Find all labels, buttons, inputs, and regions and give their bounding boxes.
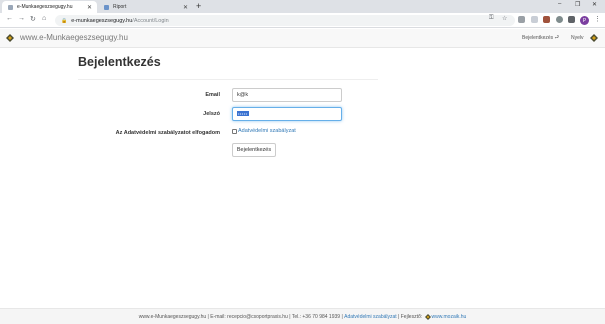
brand-diamond-logo-icon[interactable] bbox=[6, 34, 14, 42]
star-icon[interactable]: ☆ bbox=[502, 15, 507, 22]
login-button[interactable]: Bejelentkezés bbox=[232, 143, 276, 157]
close-tab-icon[interactable]: ✕ bbox=[87, 4, 92, 11]
privacy-checkbox[interactable] bbox=[232, 129, 237, 134]
password-value: ••••• bbox=[237, 111, 249, 116]
privacy-policy-link[interactable]: Adatvédelmi szabályzat bbox=[238, 128, 296, 134]
page-title: Bejelentkezés bbox=[78, 55, 161, 69]
site-navbar: www.e-Munkaegeszsegugy.hu Bejelentkezés … bbox=[0, 29, 605, 48]
footer-developer-label: | Fejlesztő: bbox=[398, 313, 423, 320]
password-label: Jelszó bbox=[203, 111, 220, 117]
minimize-button[interactable]: – bbox=[558, 1, 561, 7]
profile-avatar[interactable]: P bbox=[580, 16, 589, 25]
language-diamond-icon[interactable] bbox=[590, 34, 598, 42]
browser-menu-icon[interactable]: ⋮ bbox=[594, 15, 601, 23]
address-domain: e-munkaegeszsegugy.hu bbox=[71, 17, 133, 24]
extension-k-icon[interactable] bbox=[531, 16, 538, 23]
mozaik-logo-icon bbox=[424, 313, 431, 320]
close-tab-icon[interactable]: ✕ bbox=[183, 4, 188, 11]
tab-title: Riport bbox=[113, 4, 127, 10]
new-tab-button[interactable]: + bbox=[196, 1, 201, 11]
address-bar[interactable]: 🔒 e-munkaegeszsegugy.hu/Account/Login bbox=[55, 15, 515, 26]
tab-title: e-Munkaegeszsegugy.hu bbox=[17, 4, 73, 10]
key-icon[interactable]: ⚿ bbox=[489, 15, 494, 22]
privacy-accept-label: Az Adatvédelmi szabályzatot elfogadom bbox=[115, 130, 220, 136]
password-field[interactable]: ••••• bbox=[232, 107, 342, 121]
title-divider bbox=[78, 79, 378, 80]
footer-privacy-link[interactable]: Adatvédelmi szabályzat bbox=[344, 314, 397, 320]
nav-login-label: Bejelentkezés bbox=[522, 35, 554, 41]
window-close-button[interactable]: ✕ bbox=[592, 1, 597, 8]
reload-icon[interactable]: ↻ bbox=[30, 15, 36, 23]
lock-icon: 🔒 bbox=[61, 17, 68, 24]
email-field[interactable]: k@k bbox=[232, 88, 342, 102]
extensions-puzzle-icon[interactable] bbox=[568, 16, 575, 23]
nav-login-link[interactable]: Bejelentkezés ⮐ bbox=[522, 35, 559, 43]
extension-red-icon[interactable] bbox=[543, 16, 550, 23]
forward-arrow-icon[interactable]: → bbox=[18, 15, 25, 22]
tab-e-munkaegeszsegugy[interactable]: e-Munkaegeszsegugy.hu ✕ bbox=[2, 1, 97, 13]
site-footer: www.e-Munkaegeszsegugy.hu | E-mail: rece… bbox=[0, 308, 605, 324]
brand-link[interactable]: www.e-Munkaegeszsegugy.hu bbox=[20, 33, 128, 42]
email-label: Email bbox=[205, 92, 220, 98]
home-icon[interactable]: ⌂ bbox=[42, 15, 46, 22]
back-arrow-icon[interactable]: ← bbox=[6, 15, 13, 22]
restore-button[interactable]: ❐ bbox=[575, 1, 580, 8]
document-favicon-icon bbox=[104, 4, 109, 10]
extension-cloud-icon[interactable] bbox=[518, 16, 525, 23]
login-arrow-icon: ⮐ bbox=[554, 35, 560, 41]
page-favicon-icon bbox=[8, 4, 13, 10]
footer-contact-text: www.e-Munkaegeszsegugy.hu | E-mail: rece… bbox=[138, 313, 343, 320]
nav-language-link[interactable]: Nyelv bbox=[571, 35, 584, 41]
address-path: /Account/Login bbox=[132, 17, 169, 24]
browser-toolbar: ← → ↻ ⌂ 🔒 e-munkaegeszsegugy.hu/Account/… bbox=[0, 13, 605, 28]
browser-tab-strip: e-Munkaegeszsegugy.hu ✕ Riport ✕ + – ❐ ✕ bbox=[0, 0, 605, 13]
footer-developer-link[interactable]: www.mozaik.hu bbox=[432, 314, 467, 320]
extension-circle-icon[interactable] bbox=[556, 16, 563, 23]
tab-riport[interactable]: Riport ✕ bbox=[98, 1, 193, 13]
